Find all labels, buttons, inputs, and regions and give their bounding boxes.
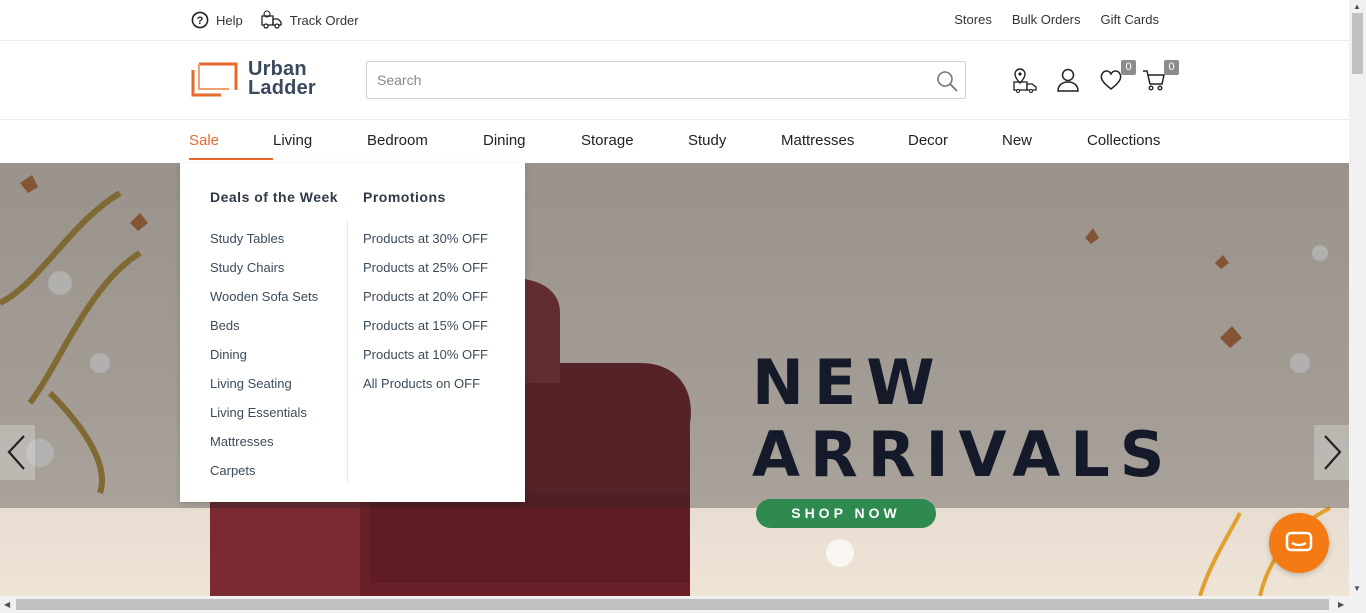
menu-link-study-chairs[interactable]: Study Chairs bbox=[210, 260, 338, 289]
deals-column: Deals of the Week Study Tables Study Cha… bbox=[210, 189, 338, 492]
track-order-label: Track Order bbox=[289, 12, 359, 28]
scroll-left-arrow-icon[interactable]: ◀ bbox=[4, 600, 10, 609]
menu-link-25-off[interactable]: Products at 25% OFF bbox=[363, 260, 488, 289]
nav-item-bedroom[interactable]: Bedroom bbox=[367, 132, 483, 162]
svg-text:?: ? bbox=[197, 15, 204, 27]
scroll-up-arrow-icon[interactable]: ▲ bbox=[1353, 2, 1361, 11]
store-locator-button[interactable] bbox=[1012, 67, 1038, 93]
help-label: Help bbox=[216, 12, 243, 28]
promotions-heading: Promotions bbox=[363, 189, 446, 205]
nav-item-new[interactable]: New bbox=[1002, 132, 1087, 162]
search-box bbox=[366, 61, 966, 99]
menu-link-10-off[interactable]: Products at 10% OFF bbox=[363, 347, 488, 376]
help-icon: ? bbox=[191, 11, 209, 29]
hero-title-line2: ARRIVALS bbox=[752, 418, 1175, 491]
nav-item-sale[interactable]: Sale bbox=[189, 132, 273, 162]
search-input[interactable] bbox=[367, 62, 965, 98]
top-utility-bar: ? Help Track Order Stores Bulk Orders Gi… bbox=[0, 0, 1349, 41]
menu-link-mattresses[interactable]: Mattresses bbox=[210, 434, 338, 463]
chevron-left-icon bbox=[7, 435, 25, 470]
hero-title-line1: NEW bbox=[752, 346, 945, 419]
nav-item-study[interactable]: Study bbox=[688, 132, 781, 162]
menu-link-30-off[interactable]: Products at 30% OFF bbox=[363, 231, 488, 260]
menu-link-20-off[interactable]: Products at 20% OFF bbox=[363, 289, 488, 318]
deals-heading: Deals of the Week bbox=[210, 189, 339, 205]
menu-link-living-essentials[interactable]: Living Essentials bbox=[210, 405, 338, 434]
help-link[interactable]: ? Help bbox=[191, 10, 243, 30]
nav-item-dining[interactable]: Dining bbox=[483, 132, 581, 162]
menu-link-dining[interactable]: Dining bbox=[210, 347, 338, 376]
menu-divider bbox=[347, 220, 348, 482]
urban-ladder-logo[interactable]: Urban Ladder bbox=[191, 59, 316, 99]
scroll-down-arrow-icon[interactable]: ▼ bbox=[1353, 584, 1361, 593]
nav-item-decor[interactable]: Decor bbox=[908, 132, 1002, 162]
carousel-next-button[interactable] bbox=[1314, 425, 1349, 480]
vertical-scrollbar[interactable]: ▲ ▼ bbox=[1349, 0, 1366, 596]
wishlist-count-badge: 0 bbox=[1121, 60, 1136, 75]
stores-link[interactable]: Stores bbox=[954, 12, 992, 27]
menu-link-wooden-sofa-sets[interactable]: Wooden Sofa Sets bbox=[210, 289, 338, 318]
shop-now-button[interactable]: SHOP NOW bbox=[756, 499, 936, 528]
account-button[interactable] bbox=[1055, 67, 1081, 93]
bulk-orders-link[interactable]: Bulk Orders bbox=[1012, 12, 1081, 27]
horizontal-scrollbar[interactable]: ◀ ▶ bbox=[0, 596, 1366, 613]
scroll-right-arrow-icon[interactable]: ▶ bbox=[1338, 600, 1344, 609]
nav-item-living[interactable]: Living bbox=[273, 132, 367, 162]
promotions-column: Promotions Products at 30% OFF Products … bbox=[363, 189, 488, 405]
logo-mark-icon bbox=[191, 62, 238, 96]
vertical-scroll-thumb[interactable] bbox=[1352, 13, 1363, 74]
search-icon[interactable] bbox=[935, 69, 959, 93]
sale-dropdown-menu: Deals of the Week Study Tables Study Cha… bbox=[180, 163, 525, 502]
chevron-right-icon bbox=[1324, 435, 1342, 470]
menu-link-living-seating[interactable]: Living Seating bbox=[210, 376, 338, 405]
nav-item-collections[interactable]: Collections bbox=[1087, 132, 1177, 162]
gift-cards-link[interactable]: Gift Cards bbox=[1100, 12, 1159, 27]
nav-item-storage[interactable]: Storage bbox=[581, 132, 688, 162]
chat-icon bbox=[1285, 531, 1313, 552]
menu-link-15-off[interactable]: Products at 15% OFF bbox=[363, 318, 488, 347]
track-order-link[interactable]: Track Order bbox=[261, 10, 359, 30]
main-header: Urban Ladder 0 0 bbox=[0, 41, 1349, 120]
nav-item-mattresses[interactable]: Mattresses bbox=[781, 132, 908, 162]
horizontal-scroll-thumb[interactable] bbox=[16, 599, 1329, 610]
cart-button[interactable]: 0 bbox=[1141, 60, 1179, 93]
chat-launcher-button[interactable] bbox=[1269, 513, 1329, 573]
store-locator-icon bbox=[1013, 68, 1037, 93]
wishlist-button[interactable]: 0 bbox=[1098, 60, 1136, 93]
menu-link-beds[interactable]: Beds bbox=[210, 318, 338, 347]
menu-link-all-off[interactable]: All Products on OFF bbox=[363, 376, 488, 405]
carousel-prev-button[interactable] bbox=[0, 425, 35, 480]
menu-link-study-tables[interactable]: Study Tables bbox=[210, 231, 338, 260]
menu-link-carpets[interactable]: Carpets bbox=[210, 463, 338, 492]
logo-text-line2: Ladder bbox=[248, 77, 316, 99]
cart-count-badge: 0 bbox=[1164, 60, 1179, 75]
category-nav: Sale Living Bedroom Dining Storage Study… bbox=[0, 120, 1349, 163]
user-icon bbox=[1057, 68, 1079, 92]
truck-icon bbox=[261, 10, 282, 29]
